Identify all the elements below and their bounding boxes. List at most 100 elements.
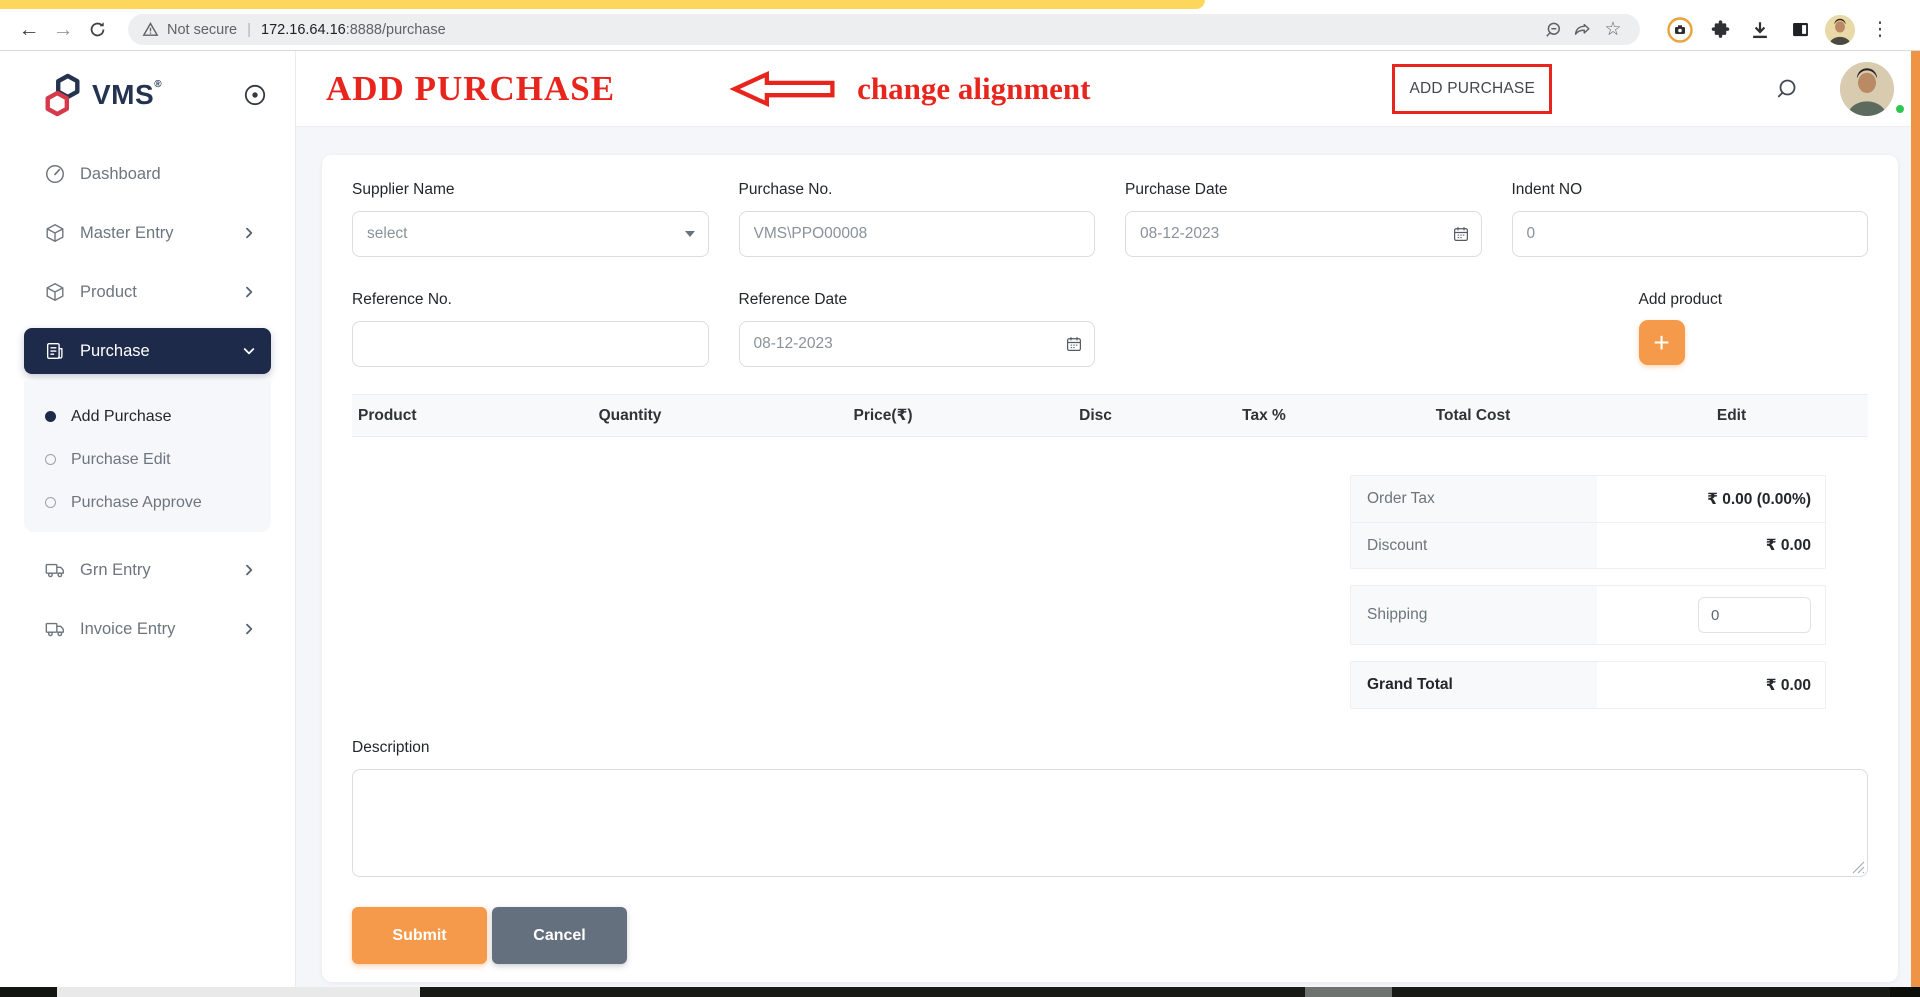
package-icon: [44, 222, 66, 244]
cancel-button[interactable]: Cancel: [492, 907, 627, 964]
user-avatar-button[interactable]: [1853, 62, 1907, 116]
items-table-empty-body: [352, 437, 1868, 475]
browser-profile-avatar[interactable]: [1824, 14, 1856, 46]
page-scrollbar[interactable]: [1911, 51, 1920, 987]
extensions-menu-button[interactable]: [1704, 14, 1736, 46]
zoom-out-button[interactable]: [1538, 15, 1568, 45]
submenu-item-label: Purchase Edit: [71, 451, 171, 469]
sidebar-item-label: Invoice Entry: [80, 620, 175, 639]
annotation-text: change alignment: [857, 71, 1090, 107]
logo-registered-mark: ®: [154, 79, 162, 90]
items-table-header: Product Quantity Price(₹) Disc Tax % Tot…: [352, 394, 1868, 437]
grand-total-label: Grand Total: [1351, 662, 1597, 708]
sidebar-item-label: Purchase: [80, 342, 150, 361]
description-label: Description: [352, 739, 1868, 757]
bookmark-star-icon[interactable]: ☆: [1598, 15, 1628, 45]
sidebar-nav: Dashboard Master Entry Product: [0, 139, 295, 652]
bullet-icon: [45, 454, 56, 465]
content-area: Supplier Name select Purchase No.: [296, 127, 1920, 982]
form-row-2: Reference No. Reference Date: [352, 291, 1868, 367]
side-panel-button[interactable]: [1784, 14, 1816, 46]
sidebar-toggle-button[interactable]: [243, 83, 267, 107]
order-tax-row: Order Tax ₹ 0.00 (0.00%): [1351, 476, 1825, 522]
indent-no-input[interactable]: [1512, 211, 1869, 257]
address-bar[interactable]: Not secure | 172.16.64.16:8888/purchase …: [128, 14, 1640, 45]
add-product-label: Add product: [1639, 291, 1869, 309]
totals-summary: Order Tax ₹ 0.00 (0.00%) Discount ₹ 0.00…: [1350, 475, 1826, 709]
form-row-1: Supplier Name select Purchase No.: [352, 181, 1868, 257]
submenu-item-label: Purchase Approve: [71, 494, 202, 512]
chevron-right-icon: [241, 225, 257, 241]
shipping-label: Shipping: [1351, 586, 1597, 644]
field-supplier-name: Supplier Name select: [352, 181, 709, 257]
submenu-item-add-purchase[interactable]: Add Purchase: [24, 395, 271, 438]
sidebar-item-invoice-entry[interactable]: Invoice Entry: [24, 606, 271, 652]
grand-total-value: ₹ 0.00: [1597, 676, 1825, 695]
submenu-item-purchase-edit[interactable]: Purchase Edit: [24, 438, 271, 481]
plus-icon: +: [1653, 329, 1669, 357]
summary-group-tax-discount: Order Tax ₹ 0.00 (0.00%) Discount ₹ 0.00: [1350, 475, 1826, 569]
submenu-item-purchase-approve[interactable]: Purchase Approve: [24, 481, 271, 524]
side-panel-icon: [1790, 19, 1811, 40]
active-bullet-icon: [45, 411, 56, 422]
browser-forward-button[interactable]: →: [46, 13, 80, 47]
field-reference-date: Reference Date: [739, 291, 1096, 367]
submit-button[interactable]: Submit: [352, 907, 487, 964]
receipt-icon: [44, 340, 66, 362]
url-path: :8888/purchase: [346, 22, 446, 38]
sidebar-item-label: Master Entry: [80, 224, 174, 243]
browser-menu-button[interactable]: ⋮: [1864, 14, 1896, 46]
field-label: Reference No.: [352, 291, 709, 309]
url-host: 172.16.64.16: [261, 22, 346, 38]
description-textarea[interactable]: [352, 769, 1868, 877]
dropdown-caret-icon: [685, 231, 695, 237]
calendar-icon[interactable]: [1452, 225, 1470, 243]
browser-back-button[interactable]: ←: [12, 13, 46, 47]
truck-icon: [44, 559, 66, 581]
column-header-tax: Tax %: [1185, 407, 1343, 425]
sidebar-item-dashboard[interactable]: Dashboard: [24, 151, 271, 197]
field-label: Supplier Name: [352, 181, 709, 199]
grand-total-row: Grand Total ₹ 0.00: [1351, 662, 1825, 708]
share-icon: [1573, 20, 1593, 40]
form-actions: Submit Cancel: [352, 907, 1868, 964]
calendar-icon[interactable]: [1065, 335, 1083, 353]
sidebar-item-purchase[interactable]: Purchase: [24, 328, 271, 374]
purchase-no-input[interactable]: [739, 211, 1096, 257]
browser-reload-button[interactable]: [80, 13, 114, 47]
person-avatar-icon: [1825, 15, 1855, 45]
logo-text: VMS®: [92, 79, 162, 111]
column-header-product: Product: [352, 407, 500, 425]
app-header: ADD PURCHASE change alignment ADD PURCHA…: [296, 51, 1920, 127]
downloads-button[interactable]: [1744, 14, 1776, 46]
reference-no-input[interactable]: [352, 321, 709, 367]
omnibox-separator: |: [247, 21, 251, 38]
add-product-button[interactable]: +: [1639, 320, 1685, 365]
supplier-select[interactable]: select: [352, 211, 709, 257]
purchase-date-input[interactable]: [1125, 211, 1482, 257]
sidebar-item-product[interactable]: Product: [24, 269, 271, 315]
taskbar-sliver: [0, 987, 1920, 997]
active-tab-colored[interactable]: [0, 0, 1205, 9]
browser-tab-strip: [0, 0, 1920, 9]
submenu-item-label: Add Purchase: [71, 408, 172, 426]
sidebar-item-master-entry[interactable]: Master Entry: [24, 210, 271, 256]
logo-row: VMS®: [0, 51, 295, 139]
sidebar-item-label: Product: [80, 283, 137, 302]
purchase-submenu: Add Purchase Purchase Edit Purchase Appr…: [24, 381, 271, 532]
screenshot-root: ← → Not secure | 172.16.64.16:8888/purch…: [0, 0, 1920, 997]
summary-group-shipping: Shipping: [1350, 585, 1826, 645]
bullet-icon: [45, 497, 56, 508]
extension-badge-button[interactable]: [1664, 14, 1696, 46]
shipping-input[interactable]: [1698, 597, 1811, 633]
search-button[interactable]: [1774, 77, 1798, 101]
sidebar-item-label: Dashboard: [80, 165, 161, 184]
share-button[interactable]: [1568, 15, 1598, 45]
reference-date-input[interactable]: [739, 321, 1096, 367]
field-label: Purchase Date: [1125, 181, 1482, 199]
shipping-row: Shipping: [1351, 586, 1825, 644]
camera-extension-icon: [1667, 17, 1693, 43]
chevron-right-icon: [241, 621, 257, 637]
sidebar-item-grn-entry[interactable]: Grn Entry: [24, 547, 271, 593]
column-header-edit: Edit: [1603, 407, 1860, 425]
